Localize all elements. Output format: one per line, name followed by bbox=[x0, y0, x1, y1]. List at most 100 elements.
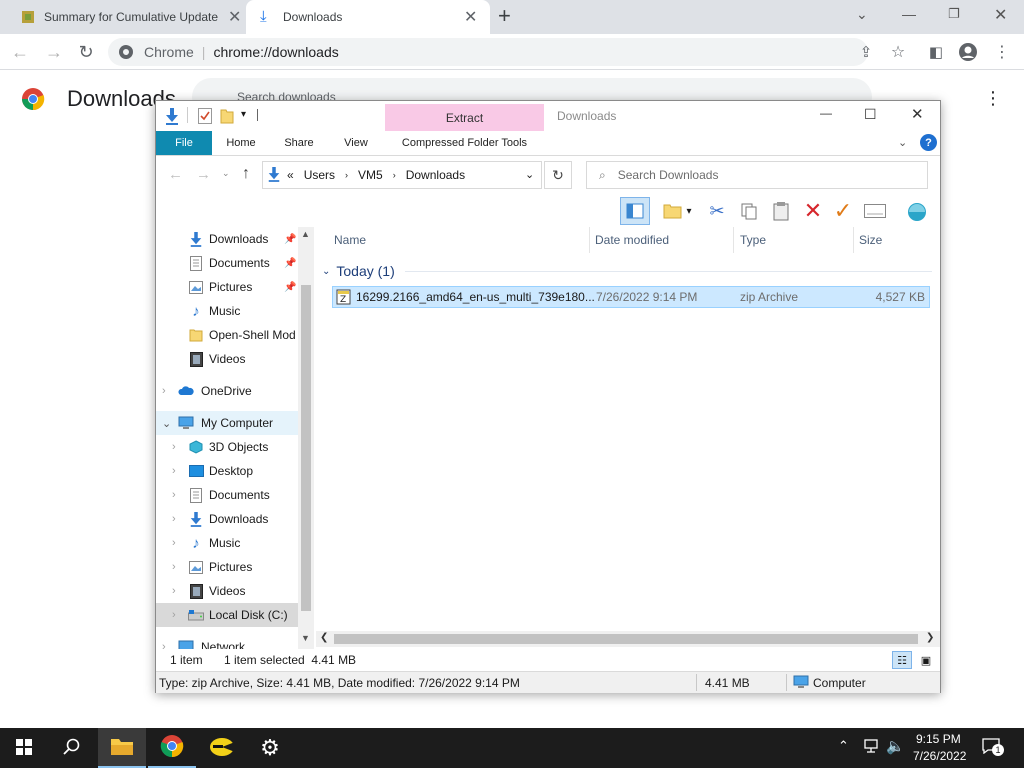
expand-chevron-icon[interactable]: › bbox=[172, 513, 176, 525]
dropdown-arrow-icon[interactable]: ▾ bbox=[682, 197, 696, 225]
group-header-today[interactable]: ⌄ Today (1) bbox=[322, 261, 932, 281]
taskbar-app-pacman[interactable] bbox=[198, 728, 246, 768]
expand-chevron-icon[interactable]: › bbox=[172, 561, 176, 573]
restore-window-icon[interactable]: ❐ bbox=[948, 6, 960, 22]
customize-qat-icon[interactable]: ▾ bbox=[241, 109, 246, 120]
expand-chevron-icon[interactable]: › bbox=[172, 489, 176, 501]
forward-button[interactable]: → bbox=[42, 40, 66, 64]
details-view-icon[interactable]: ☷ bbox=[892, 651, 912, 669]
scrollbar-thumb[interactable] bbox=[334, 634, 918, 644]
nav-item-music-pc[interactable]: › ♪ Music bbox=[156, 531, 298, 555]
new-tab-button[interactable]: + bbox=[498, 3, 511, 29]
nav-item-open-shell[interactable]: Open-Shell Mod bbox=[156, 323, 298, 347]
bookmark-star-icon[interactable]: ☆ bbox=[886, 40, 910, 64]
nav-item-downloads-pc[interactable]: › Downloads bbox=[156, 507, 298, 531]
scrollbar-thumb[interactable] bbox=[301, 285, 311, 611]
expand-chevron-icon[interactable]: › bbox=[172, 609, 176, 621]
nav-item-network[interactable]: › Network bbox=[156, 635, 298, 649]
nav-pane-scrollbar[interactable]: ▲ ▼ bbox=[298, 227, 314, 649]
breadcrumb-vm5[interactable]: VM5 bbox=[358, 168, 383, 182]
share-icon[interactable]: ⇪ bbox=[854, 40, 878, 64]
open-shell-icon[interactable] bbox=[902, 197, 932, 225]
help-icon[interactable]: ? bbox=[920, 134, 937, 151]
recent-locations-icon[interactable]: ⌄ bbox=[222, 168, 230, 179]
tab-downloads[interactable]: ⤓ Downloads ✕ bbox=[246, 0, 490, 34]
nav-item-3d-objects[interactable]: › 3D Objects bbox=[156, 435, 298, 459]
up-arrow-icon[interactable]: ↑ bbox=[242, 165, 250, 183]
email-icon[interactable] bbox=[860, 197, 890, 225]
search-button[interactable] bbox=[48, 728, 96, 768]
maximize-icon[interactable]: ☐ bbox=[864, 106, 877, 123]
close-window-icon[interactable]: ✕ bbox=[994, 5, 1007, 25]
side-panel-icon[interactable]: ◧ bbox=[924, 40, 948, 64]
collapse-chevron-icon[interactable]: ⌄ bbox=[162, 417, 171, 430]
paste-icon[interactable] bbox=[766, 197, 796, 225]
tab-view[interactable]: View bbox=[332, 131, 380, 155]
new-folder-icon[interactable] bbox=[220, 108, 234, 127]
refresh-icon[interactable]: ↻ bbox=[544, 161, 572, 189]
nav-item-downloads[interactable]: Downloads 📌 bbox=[156, 227, 298, 251]
network-status-icon[interactable] bbox=[862, 738, 880, 757]
more-actions-icon[interactable]: ⋮ bbox=[984, 88, 1002, 109]
breadcrumb-downloads[interactable]: Downloads bbox=[406, 168, 465, 182]
taskbar-file-explorer[interactable] bbox=[98, 728, 146, 768]
expand-chevron-icon[interactable]: › bbox=[172, 585, 176, 597]
nav-item-pictures[interactable]: Pictures 📌 bbox=[156, 275, 298, 299]
address-bar[interactable]: « Users › VM5 › Downloads ⌄ bbox=[262, 161, 542, 189]
scroll-left-icon[interactable]: ❮ bbox=[320, 632, 328, 643]
minimize-window-icon[interactable]: — bbox=[902, 6, 916, 22]
nav-item-videos-pc[interactable]: › Videos bbox=[156, 579, 298, 603]
back-arrow-icon[interactable]: ← bbox=[168, 166, 183, 183]
close-icon[interactable]: ✕ bbox=[911, 105, 924, 123]
column-header-type[interactable]: Type bbox=[740, 227, 850, 253]
volume-icon[interactable]: 🔈 bbox=[886, 737, 905, 755]
omnibox[interactable]: Chrome | chrome://downloads bbox=[108, 38, 868, 66]
expand-chevron-icon[interactable]: › bbox=[162, 641, 166, 649]
clock-time[interactable]: 9:15 PM bbox=[916, 732, 961, 746]
expand-chevron-icon[interactable]: › bbox=[172, 441, 176, 453]
extract-contextual-tab[interactable]: Extract bbox=[385, 104, 544, 131]
tab-compressed-folder-tools[interactable]: Compressed Folder Tools bbox=[385, 131, 544, 155]
nav-item-my-computer[interactable]: ⌄ My Computer bbox=[156, 411, 298, 435]
column-header-size[interactable]: Size bbox=[859, 227, 929, 253]
scroll-down-icon[interactable]: ▼ bbox=[301, 633, 310, 643]
start-button[interactable] bbox=[0, 728, 48, 768]
nav-item-music[interactable]: ♪ Music bbox=[156, 299, 298, 323]
nav-item-documents[interactable]: Documents 📌 bbox=[156, 251, 298, 275]
breadcrumb-users[interactable]: Users bbox=[304, 168, 335, 182]
nav-item-onedrive[interactable]: › OneDrive bbox=[156, 379, 298, 403]
tab-file[interactable]: File bbox=[156, 131, 212, 155]
nav-item-documents-pc[interactable]: › Documents bbox=[156, 483, 298, 507]
column-header-date[interactable]: Date modified bbox=[595, 227, 725, 253]
action-center-button[interactable]: 1 bbox=[982, 738, 1004, 758]
navigation-pane-icon[interactable] bbox=[620, 197, 650, 225]
nav-item-videos[interactable]: Videos bbox=[156, 347, 298, 371]
nav-item-pictures-pc[interactable]: › Pictures bbox=[156, 555, 298, 579]
properties-check-icon[interactable]: ✓ bbox=[828, 197, 858, 225]
nav-item-desktop[interactable]: › Desktop bbox=[156, 459, 298, 483]
show-hidden-icons-icon[interactable]: ⌃ bbox=[838, 738, 849, 754]
tab-cumulative-update[interactable]: Summary for Cumulative Update ✕ bbox=[8, 0, 246, 34]
column-divider[interactable] bbox=[733, 227, 734, 253]
nav-item-local-disk[interactable]: › Local Disk (C:) bbox=[156, 603, 298, 627]
large-icons-view-icon[interactable]: ▣ bbox=[916, 651, 936, 669]
cut-icon[interactable]: ✂ bbox=[702, 197, 732, 225]
properties-icon[interactable] bbox=[198, 108, 212, 127]
address-dropdown-icon[interactable]: ⌄ bbox=[525, 168, 534, 181]
horizontal-scrollbar[interactable]: ❮ ❯ bbox=[316, 631, 940, 647]
forward-arrow-icon[interactable]: → bbox=[196, 166, 211, 183]
close-tab-icon[interactable]: ✕ bbox=[228, 7, 241, 27]
taskbar-chrome[interactable] bbox=[148, 728, 196, 768]
table-row[interactable]: Z 16299.2166_amd64_en-us_multi_739e180..… bbox=[332, 286, 930, 308]
chevron-down-icon[interactable]: ⌄ bbox=[856, 6, 868, 23]
minimize-icon[interactable]: — bbox=[820, 106, 832, 120]
expand-chevron-icon[interactable]: › bbox=[172, 537, 176, 549]
tab-home[interactable]: Home bbox=[216, 131, 266, 155]
breadcrumb-overflow[interactable]: « bbox=[287, 168, 294, 182]
scroll-right-icon[interactable]: ❯ bbox=[926, 632, 934, 643]
chrome-menu-icon[interactable]: ⋮ bbox=[990, 40, 1014, 64]
expand-chevron-icon[interactable]: › bbox=[162, 385, 166, 397]
close-tab-icon[interactable]: ✕ bbox=[464, 7, 477, 27]
collapse-chevron-icon[interactable]: ⌄ bbox=[322, 266, 330, 277]
ribbon-expand-icon[interactable]: ⌄ bbox=[898, 136, 907, 149]
